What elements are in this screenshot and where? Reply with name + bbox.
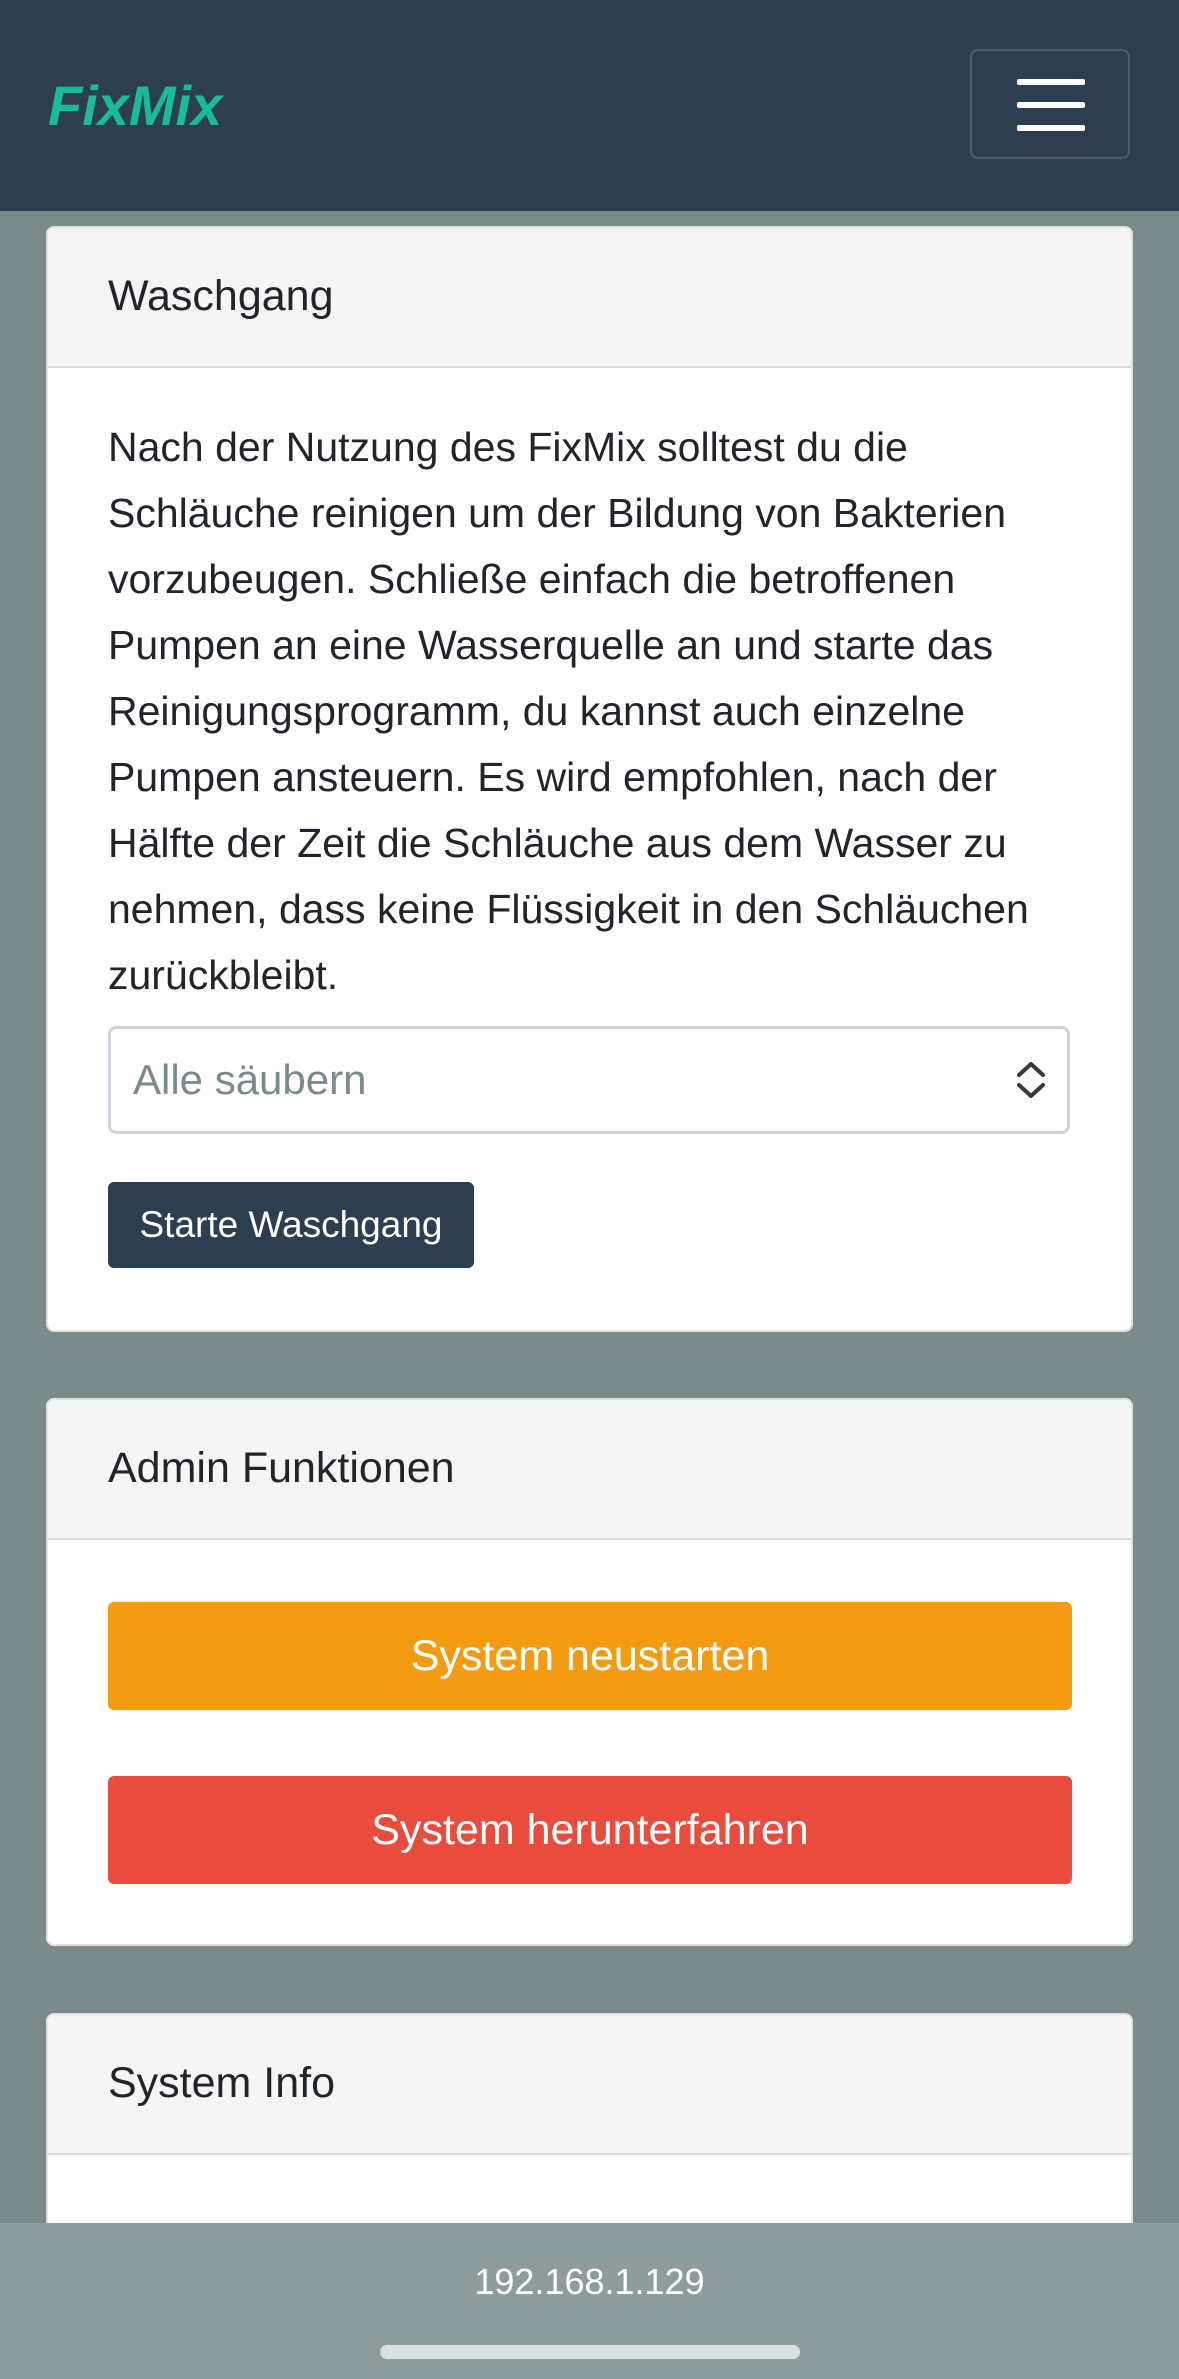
hamburger-icon xyxy=(1017,79,1085,85)
url-text[interactable]: 192.168.1.129 xyxy=(0,2223,1179,2341)
home-indicator[interactable] xyxy=(380,2345,800,2359)
pump-select-value: Alle säubern xyxy=(133,1056,367,1103)
wash-card-title: Waschgang xyxy=(48,228,1131,368)
navbar: FixMix xyxy=(0,0,1179,211)
wash-card: Waschgang Nach der Nutzung des FixMix so… xyxy=(46,226,1133,1332)
browser-address-bar: 192.168.1.129 xyxy=(0,2223,1179,2379)
wash-description: Nach der Nutzung des FixMix solltest du … xyxy=(108,424,1029,998)
hamburger-icon-bar xyxy=(1017,102,1085,108)
admin-card: Admin Funktionen System neustarten Syste… xyxy=(46,1398,1133,1946)
menu-toggle-button[interactable] xyxy=(970,49,1130,159)
brand-logo[interactable]: FixMix xyxy=(48,70,222,142)
hamburger-icon-bar xyxy=(1017,125,1085,131)
system-info-card-title: System Info xyxy=(48,2015,1131,2155)
admin-card-title: Admin Funktionen xyxy=(48,1400,1131,1540)
chevron-up-down-icon xyxy=(1017,1062,1045,1098)
pump-select[interactable]: Alle säubern xyxy=(108,1026,1070,1134)
start-wash-button[interactable]: Starte Waschgang xyxy=(108,1182,474,1268)
shutdown-system-button[interactable]: System herunterfahren xyxy=(108,1776,1072,1884)
restart-system-button[interactable]: System neustarten xyxy=(108,1602,1072,1710)
